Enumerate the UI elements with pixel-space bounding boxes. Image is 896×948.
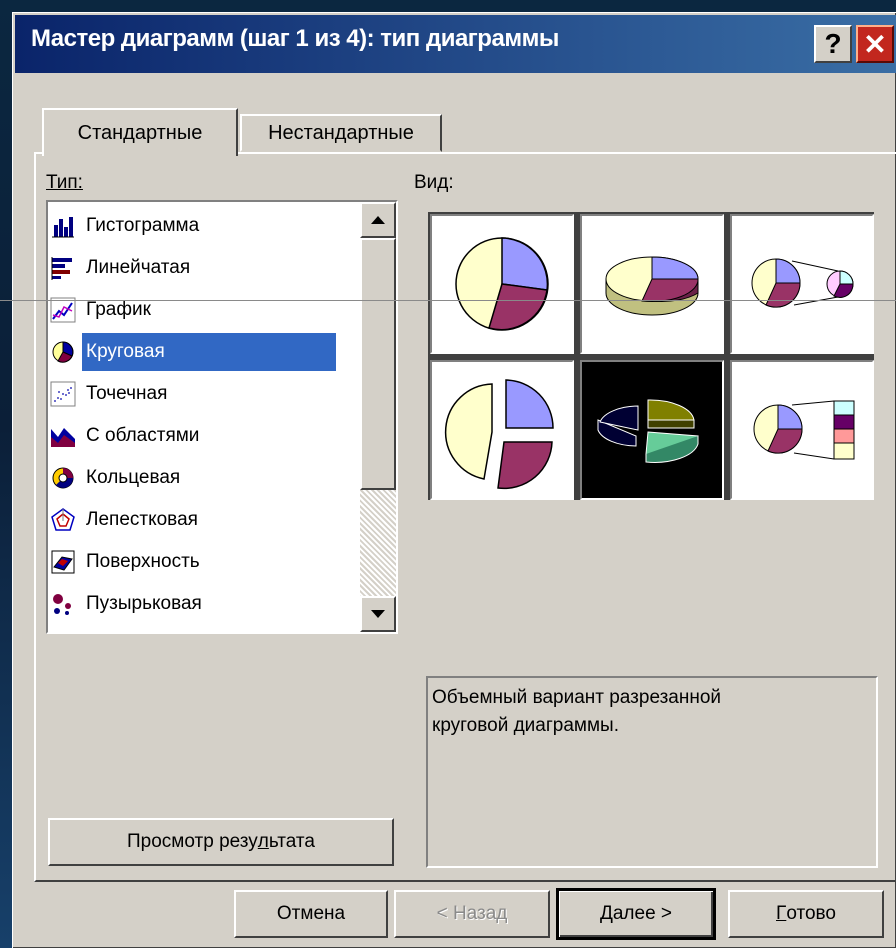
list-item-column[interactable]: Гистограмма <box>50 206 350 246</box>
list-item-label: Поверхность <box>86 551 200 572</box>
window-title: Мастер диаграмм (шаг 1 из 4): тип диагра… <box>31 25 559 52</box>
list-item-label: График <box>86 299 151 320</box>
scatter-chart-icon <box>50 381 76 407</box>
list-item-label: Круговая <box>82 333 336 371</box>
list-item-area[interactable]: С областями <box>50 416 350 456</box>
list-scrollbar[interactable] <box>360 202 396 632</box>
preview-result-button[interactable]: Просмотр резу л ьтата <box>48 818 394 866</box>
list-item-label: Кольцевая <box>86 467 181 488</box>
list-item-label: Пузырьковая <box>86 593 202 614</box>
close-button[interactable]: ✕ <box>856 25 894 63</box>
finish-label: отово <box>786 903 836 924</box>
bar-chart-icon <box>50 255 76 281</box>
arrow-down-icon <box>371 610 385 618</box>
bubble-chart-icon <box>50 591 76 617</box>
subtype-exploded-pie[interactable] <box>430 360 574 500</box>
overlay-line <box>0 300 896 301</box>
finish-label-accel: Г <box>776 903 787 924</box>
list-item-pie[interactable]: Круговая <box>50 332 350 372</box>
list-item-label: Лепестковая <box>86 509 198 530</box>
chart-type-list[interactable]: Гистограмма Линейчатая График Круговая Т… <box>46 200 398 634</box>
arrow-up-icon <box>371 216 385 224</box>
pie-of-pie-subtype-icon <box>751 258 854 308</box>
close-icon: ✕ <box>863 28 887 60</box>
description-line-1: Объемный вариант разрезанной <box>432 687 722 708</box>
area-chart-icon <box>50 423 76 449</box>
exploded-pie-3d-subtype-icon <box>597 399 699 463</box>
chart-subtype-grid <box>428 212 874 500</box>
subtype-bar-of-pie[interactable] <box>730 360 874 500</box>
description-line-2: круговой диаграммы. <box>432 715 619 736</box>
subtype-exploded-pie-3d[interactable] <box>580 360 724 500</box>
title-bar[interactable]: Мастер диаграмм (шаг 1 из 4): тип диагра… <box>15 15 896 73</box>
column-chart-icon <box>50 213 76 239</box>
subtype-pie-of-pie[interactable] <box>730 214 874 354</box>
view-label: Вид: <box>414 172 454 193</box>
type-label: Тип: <box>46 172 83 193</box>
next-label: алее > <box>612 903 673 924</box>
list-item-label: С областями <box>86 425 200 446</box>
chart-wizard-dialog: Мастер диаграмм (шаг 1 из 4): тип диагра… <box>12 12 896 948</box>
list-item-bubble[interactable]: Пузырьковая <box>50 584 350 624</box>
back-label: < Назад <box>436 903 508 924</box>
next-label-accel: Д <box>599 903 613 924</box>
cancel-button[interactable]: Отмена <box>234 890 388 938</box>
scroll-up-button[interactable] <box>360 202 396 238</box>
help-icon: ? <box>824 28 842 59</box>
doughnut-chart-icon <box>50 465 76 491</box>
pie-3d-subtype-icon <box>605 256 699 316</box>
list-item-bar[interactable]: Линейчатая <box>50 248 350 288</box>
list-item-radar[interactable]: Лепестковая <box>50 500 350 540</box>
cancel-label: Отмена <box>276 903 346 924</box>
next-button[interactable]: Далее > <box>556 888 716 940</box>
finish-button[interactable]: Готово <box>728 890 884 938</box>
scroll-thumb[interactable] <box>360 238 396 490</box>
list-item-line[interactable]: График <box>50 290 350 330</box>
preview-label-part: Просмотр резу <box>127 831 258 852</box>
back-button[interactable]: < Назад <box>394 890 550 938</box>
bar-of-pie-subtype-icon <box>753 400 855 460</box>
pie-chart-icon <box>50 339 76 365</box>
list-item-doughnut[interactable]: Кольцевая <box>50 458 350 498</box>
surface-chart-icon <box>50 549 76 575</box>
tab-standard[interactable]: Стандартные <box>42 108 238 156</box>
list-item-label: Линейчатая <box>86 257 191 278</box>
list-item-scatter[interactable]: Точечная <box>50 374 350 414</box>
list-item-surface[interactable]: Поверхность <box>50 542 350 582</box>
help-button[interactable]: ? <box>814 25 852 63</box>
subtype-pie[interactable] <box>430 214 574 354</box>
chart-description: Объемный вариант разрезанной круговой ди… <box>426 676 878 868</box>
exploded-pie-subtype-icon <box>444 379 554 490</box>
tab-custom[interactable]: Нестандартные <box>240 114 442 152</box>
list-item-label: Гистограмма <box>86 215 200 236</box>
preview-label-accel: л <box>257 831 269 852</box>
preview-label-part: ьтата <box>268 831 315 852</box>
subtype-pie-3d[interactable] <box>580 214 724 354</box>
radar-chart-icon <box>50 507 76 533</box>
pie-subtype-icon <box>455 237 549 331</box>
list-item-label: Точечная <box>86 383 168 404</box>
scroll-down-button[interactable] <box>360 596 396 632</box>
